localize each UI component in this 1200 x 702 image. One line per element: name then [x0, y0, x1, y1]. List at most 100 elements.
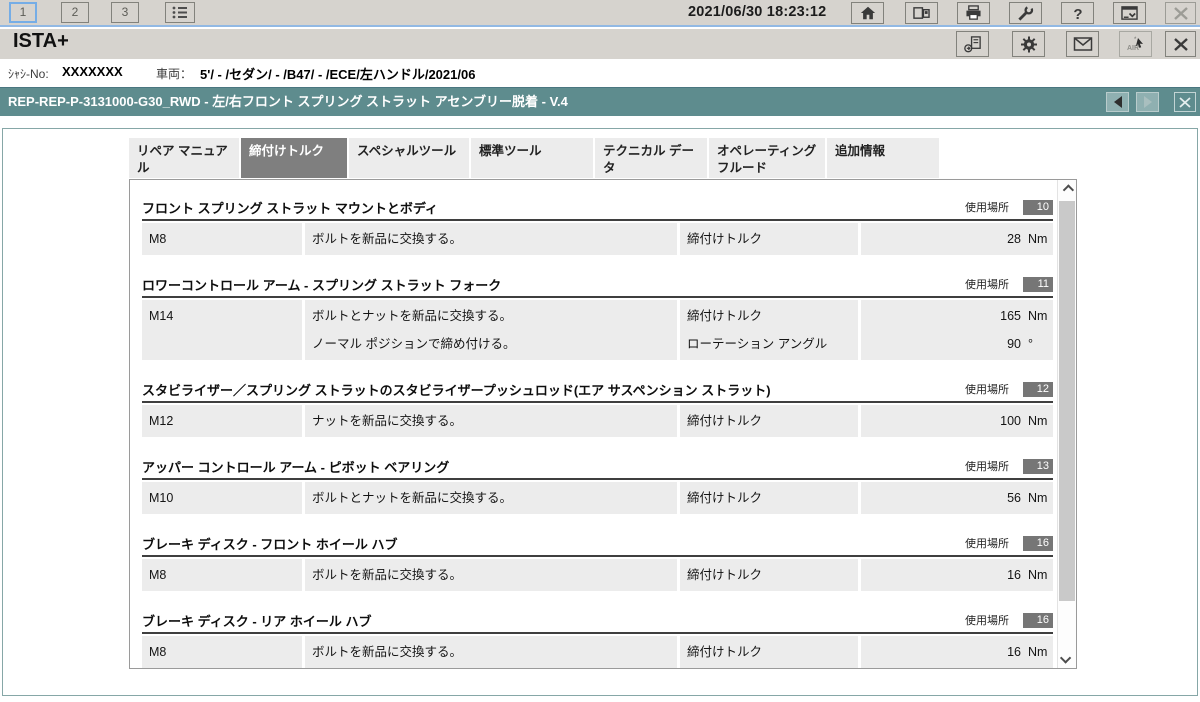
- vertical-scrollbar[interactable]: [1057, 180, 1076, 668]
- note-text: ボルトとナットを新品に交換する。: [312, 484, 677, 512]
- scroll-down-button[interactable]: [1058, 648, 1076, 668]
- usage-location-label: 使用場所: [965, 458, 1009, 474]
- note-text: ボルトを新品に交換する。: [312, 638, 677, 666]
- close-document-button[interactable]: [1174, 92, 1196, 112]
- tab-tightening-torque[interactable]: 締付けトルク: [241, 138, 347, 178]
- spec-value: 16: [868, 638, 1021, 666]
- usage-location-badge: 12: [1023, 382, 1053, 397]
- note-text: ボルトとナットを新品に交換する。: [312, 302, 677, 330]
- bolt-size: M8: [149, 638, 302, 666]
- torque-table-container: フロント スプリング ストラット マウントとボディ 使用場所 10 M8 ボルト…: [129, 179, 1077, 669]
- spec-value: 100: [868, 407, 1021, 435]
- messages-button[interactable]: [1066, 31, 1099, 57]
- report-transfer-icon: [963, 35, 983, 54]
- tab-repair-manual[interactable]: リペア マニュアル: [129, 138, 239, 178]
- list-icon: [171, 5, 189, 20]
- torque-sections: フロント スプリング ストラット マウントとボディ 使用場所 10 M8 ボルト…: [142, 198, 1053, 669]
- svg-text:*: *: [1134, 37, 1137, 43]
- section-title: フロント スプリング ストラット マウントとボディ: [142, 198, 965, 217]
- scrollbar-thumb[interactable]: [1059, 201, 1075, 601]
- app-title-bar: ISTA+ AIR: [0, 29, 1200, 59]
- home-button[interactable]: [851, 2, 884, 24]
- app-title: ISTA+: [13, 30, 69, 53]
- report-transfer-button[interactable]: [956, 31, 989, 57]
- ista-application-window: { "chrome": { "workspace_buttons": ["1",…: [0, 0, 1200, 702]
- bolt-size: M14: [149, 302, 302, 330]
- table-row: M12 ナットを新品に交換する。 締付けトルク 100Nm: [142, 405, 1053, 437]
- torque-section: アッパー コントロール アーム - ピボット ベアリング 使用場所 13 M10…: [142, 457, 1053, 514]
- bolt-size: M12: [149, 407, 302, 435]
- tab-technical-data[interactable]: テクニカル データ: [595, 138, 707, 178]
- svg-text:?: ?: [1073, 6, 1082, 22]
- back-icon: [1114, 96, 1122, 108]
- chassis-number-label: ｼｬｼ-No:: [8, 65, 49, 82]
- spec-unit: Nm: [1021, 225, 1047, 253]
- forward-button[interactable]: [1136, 92, 1159, 112]
- usage-location-label: 使用場所: [965, 381, 1009, 397]
- air-remote-button[interactable]: AIR *: [1119, 31, 1152, 57]
- tab-additional-info[interactable]: 追加情報: [827, 138, 939, 178]
- bolt-size: M8: [149, 225, 302, 253]
- minimize-window-button[interactable]: [1113, 2, 1146, 24]
- tab-bar: リペア マニュアル 締付けトルク スペシャルツール 標準ツール テクニカル デー…: [129, 138, 939, 178]
- chassis-number-value: XXXXXXX: [62, 64, 123, 79]
- back-button[interactable]: [1106, 92, 1129, 112]
- torque-section: フロント スプリング ストラット マウントとボディ 使用場所 10 M8 ボルト…: [142, 198, 1053, 255]
- spec-value: 90: [868, 330, 1021, 358]
- close-app-button[interactable]: [1165, 2, 1196, 24]
- settings-tools-button[interactable]: [1009, 2, 1042, 24]
- tab-operating-fluids[interactable]: オペレーティング フルード: [709, 138, 825, 178]
- spec-name: ローテーション アングル: [687, 330, 858, 358]
- table-row: M10 ボルトとナットを新品に交換する。 締付けトルク 56Nm: [142, 482, 1053, 514]
- windows-icon: [912, 5, 931, 21]
- note-text: ナットを新品に交換する。: [312, 407, 677, 435]
- spec-name: 締付けトルク: [687, 225, 858, 253]
- section-title: ブレーキ ディスク - リア ホイール ハブ: [142, 611, 965, 630]
- usage-location-badge: 10: [1023, 200, 1053, 215]
- close-icon: [1173, 6, 1189, 21]
- svg-text:AIR: AIR: [1127, 45, 1139, 52]
- spec-name: 締付けトルク: [687, 638, 858, 666]
- spec-unit: Nm: [1021, 561, 1047, 589]
- workspace-button-2[interactable]: 2: [61, 2, 89, 23]
- section-title: ロワーコントロール アーム - スプリング ストラット フォーク: [142, 275, 965, 294]
- scroll-up-icon: [1063, 184, 1074, 195]
- usage-location-label: 使用場所: [965, 276, 1009, 292]
- printer-icon: [964, 5, 983, 21]
- spec-unit: Nm: [1021, 484, 1047, 512]
- print-button[interactable]: [957, 2, 990, 24]
- spec-unit: Nm: [1021, 638, 1047, 666]
- usage-location-badge: 13: [1023, 459, 1053, 474]
- datetime-display: 2021/06/30 18:23:12: [688, 4, 826, 20]
- note-text: ノーマル ポジションで締め付ける。: [312, 330, 677, 358]
- mail-icon: [1073, 36, 1093, 52]
- workspace-button-3[interactable]: 3: [111, 2, 139, 23]
- vehicle-label: 車両：: [156, 65, 192, 82]
- scroll-down-icon: [1060, 652, 1071, 663]
- spec-name: 締付けトルク: [687, 407, 858, 435]
- views-button[interactable]: [905, 2, 938, 24]
- usage-location-badge: 16: [1023, 613, 1053, 628]
- settings-button[interactable]: [1012, 31, 1045, 57]
- help-icon: ?: [1071, 5, 1085, 22]
- spec-value: 16: [868, 561, 1021, 589]
- air-cursor-icon: AIR *: [1125, 35, 1147, 53]
- tab-standard-tools[interactable]: 標準ツール: [471, 138, 593, 178]
- table-row: M14 ボルトとナットを新品に交換する。 ノーマル ポジションで締め付ける。 締…: [142, 300, 1053, 360]
- top-toolbar: 1 2 3 2021/06/30 18:23:12: [0, 0, 1200, 27]
- gear-icon: [1019, 35, 1039, 54]
- table-row: M8 ボルトを新品に交換する。 締付けトルク 28Nm: [142, 223, 1053, 255]
- workspace-button-1[interactable]: 1: [9, 2, 37, 23]
- section-title: スタビライザー／スプリング ストラットのスタビライザープッシュロッド(エア サス…: [142, 380, 965, 399]
- table-row: M8 ボルトを新品に交換する。 締付けトルク 16Nm: [142, 559, 1053, 591]
- session-list-button[interactable]: [165, 2, 195, 23]
- home-icon: [859, 5, 877, 21]
- usage-location-label: 使用場所: [965, 535, 1009, 551]
- spec-value: 28: [868, 225, 1021, 253]
- scroll-up-button[interactable]: [1058, 180, 1076, 200]
- note-text: ボルトを新品に交換する。: [312, 561, 677, 589]
- help-button[interactable]: ?: [1061, 2, 1094, 24]
- close-session-button[interactable]: [1165, 31, 1196, 57]
- tab-special-tools[interactable]: スペシャルツール: [349, 138, 469, 178]
- bolt-size: M8: [149, 561, 302, 589]
